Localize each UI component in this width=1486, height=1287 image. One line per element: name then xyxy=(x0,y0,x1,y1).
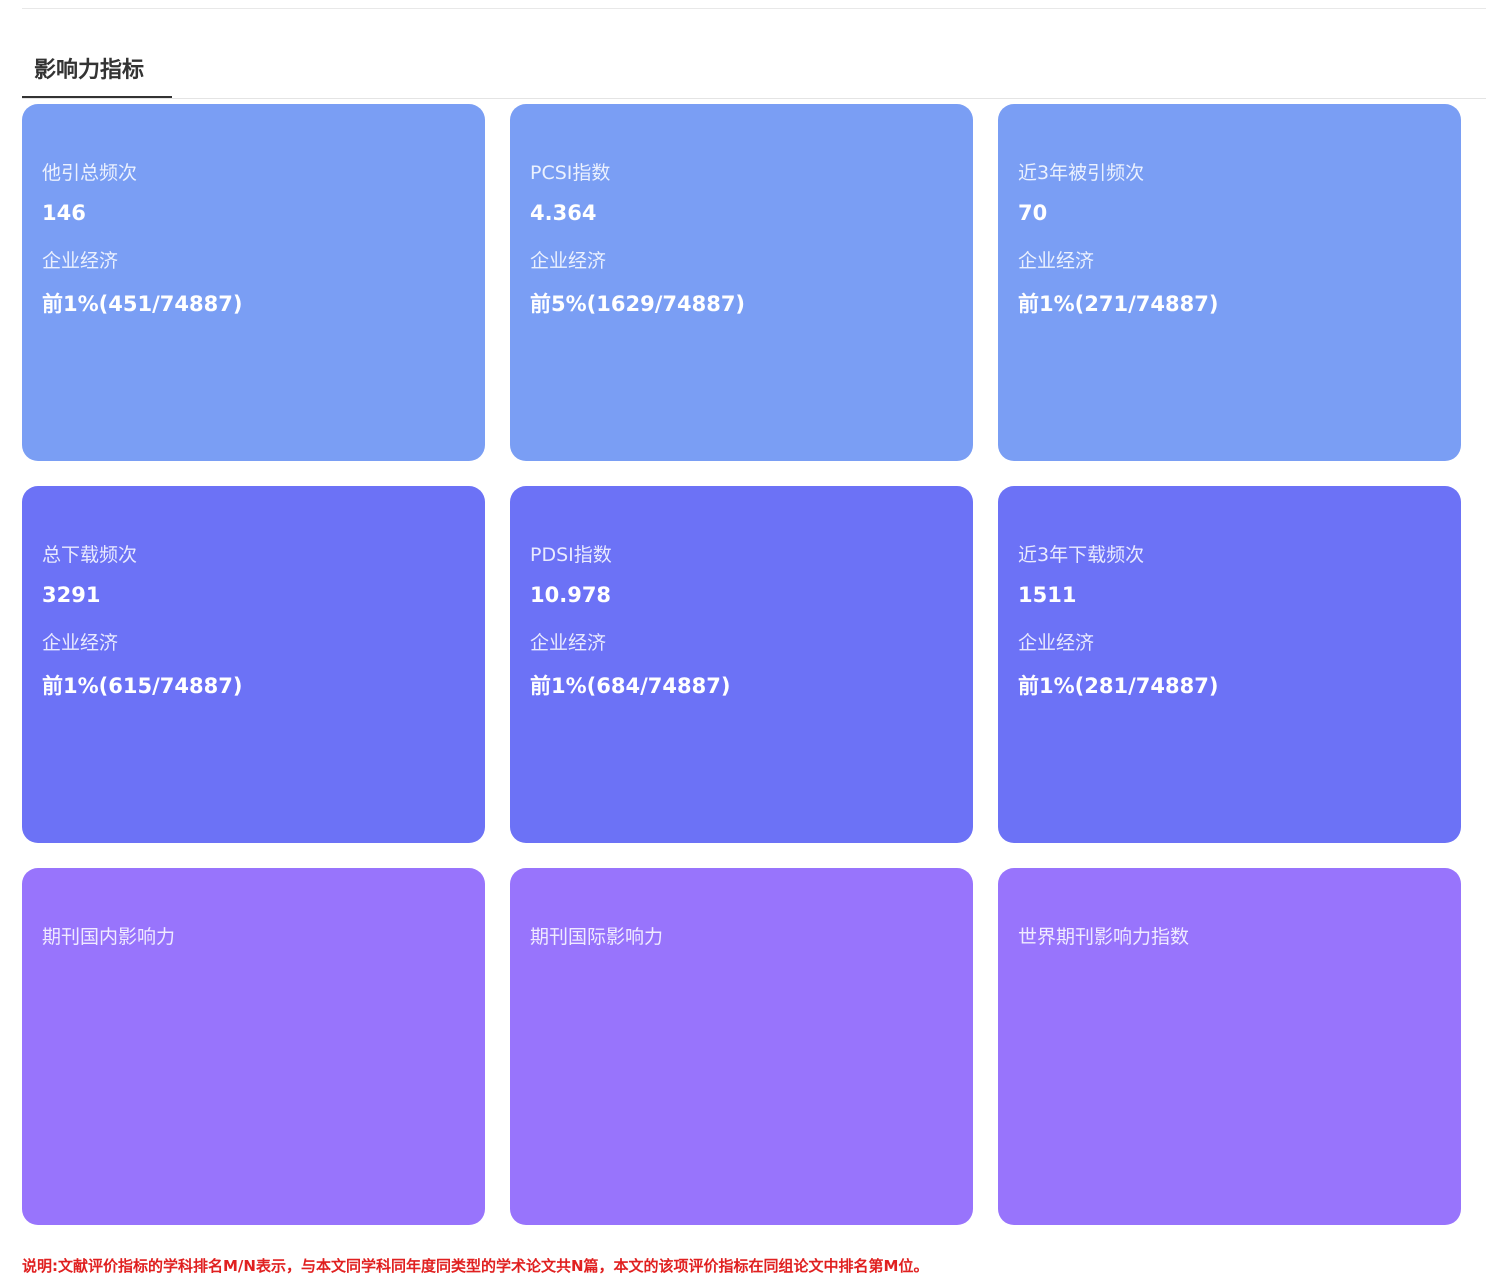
card-rank: 前5%(1629/74887) xyxy=(530,292,746,316)
card-rank: 前1%(684/74887) xyxy=(530,674,731,698)
card-label: 总下载频次 xyxy=(42,544,138,566)
card-other-citations: 他引总频次 146 企业经济 前1%(451/74887) xyxy=(22,104,485,461)
card-value: 3291 xyxy=(42,583,101,607)
card-subject: 企业经济 xyxy=(1018,632,1095,654)
card-rank: 前1%(615/74887) xyxy=(42,674,243,698)
card-subject: 企业经济 xyxy=(42,632,119,654)
card-value: 1511 xyxy=(1018,583,1077,607)
card-label: 近3年下载频次 xyxy=(1018,544,1145,566)
card-rank: 前1%(281/74887) xyxy=(1018,674,1219,698)
card-subject: 企业经济 xyxy=(530,632,607,654)
tab-impact-indicators[interactable]: 影响力指标 xyxy=(22,52,172,98)
card-recent-citations: 近3年被引频次 70 企业经济 前1%(271/74887) xyxy=(998,104,1461,461)
card-pdsi-index: PDSI指数 10.978 企业经济 前1%(684/74887) xyxy=(510,486,973,843)
card-total-downloads: 总下载频次 3291 企业经济 前1%(615/74887) xyxy=(22,486,485,843)
indicator-grid: 他引总频次 146 企业经济 前1%(451/74887) PCSI指数 4.3… xyxy=(22,104,1462,1225)
card-rank: 前1%(451/74887) xyxy=(42,292,243,316)
card-label: 期刊国际影响力 xyxy=(530,926,664,948)
card-label: PDSI指数 xyxy=(530,544,612,566)
section-tabbar: 影响力指标 xyxy=(22,52,1486,99)
card-journal-international-impact: 期刊国际影响力 xyxy=(510,868,973,1225)
card-pcsi-index: PCSI指数 4.364 企业经济 前5%(1629/74887) xyxy=(510,104,973,461)
card-value: 70 xyxy=(1018,201,1048,225)
ranking-footnote: 说明:文献评价指标的学科排名M/N表示，与本文同学科同年度同类型的学术论文共N篇… xyxy=(22,1257,929,1275)
card-value: 146 xyxy=(42,201,86,225)
card-recent-downloads: 近3年下载频次 1511 企业经济 前1%(281/74887) xyxy=(998,486,1461,843)
card-label: 期刊国内影响力 xyxy=(42,926,176,948)
card-journal-domestic-impact: 期刊国内影响力 xyxy=(22,868,485,1225)
card-value: 10.978 xyxy=(530,583,612,607)
card-label: 世界期刊影响力指数 xyxy=(1018,926,1190,948)
top-divider xyxy=(22,8,1486,9)
card-subject: 企业经济 xyxy=(530,250,607,272)
card-rank: 前1%(271/74887) xyxy=(1018,292,1219,316)
card-value: 4.364 xyxy=(530,201,597,225)
card-subject: 企业经济 xyxy=(42,250,119,272)
card-label: 近3年被引频次 xyxy=(1018,162,1145,184)
card-world-journal-impact-index: 世界期刊影响力指数 xyxy=(998,868,1461,1225)
card-subject: 企业经济 xyxy=(1018,250,1095,272)
card-label: 他引总频次 xyxy=(42,162,138,184)
card-label: PCSI指数 xyxy=(530,162,611,184)
